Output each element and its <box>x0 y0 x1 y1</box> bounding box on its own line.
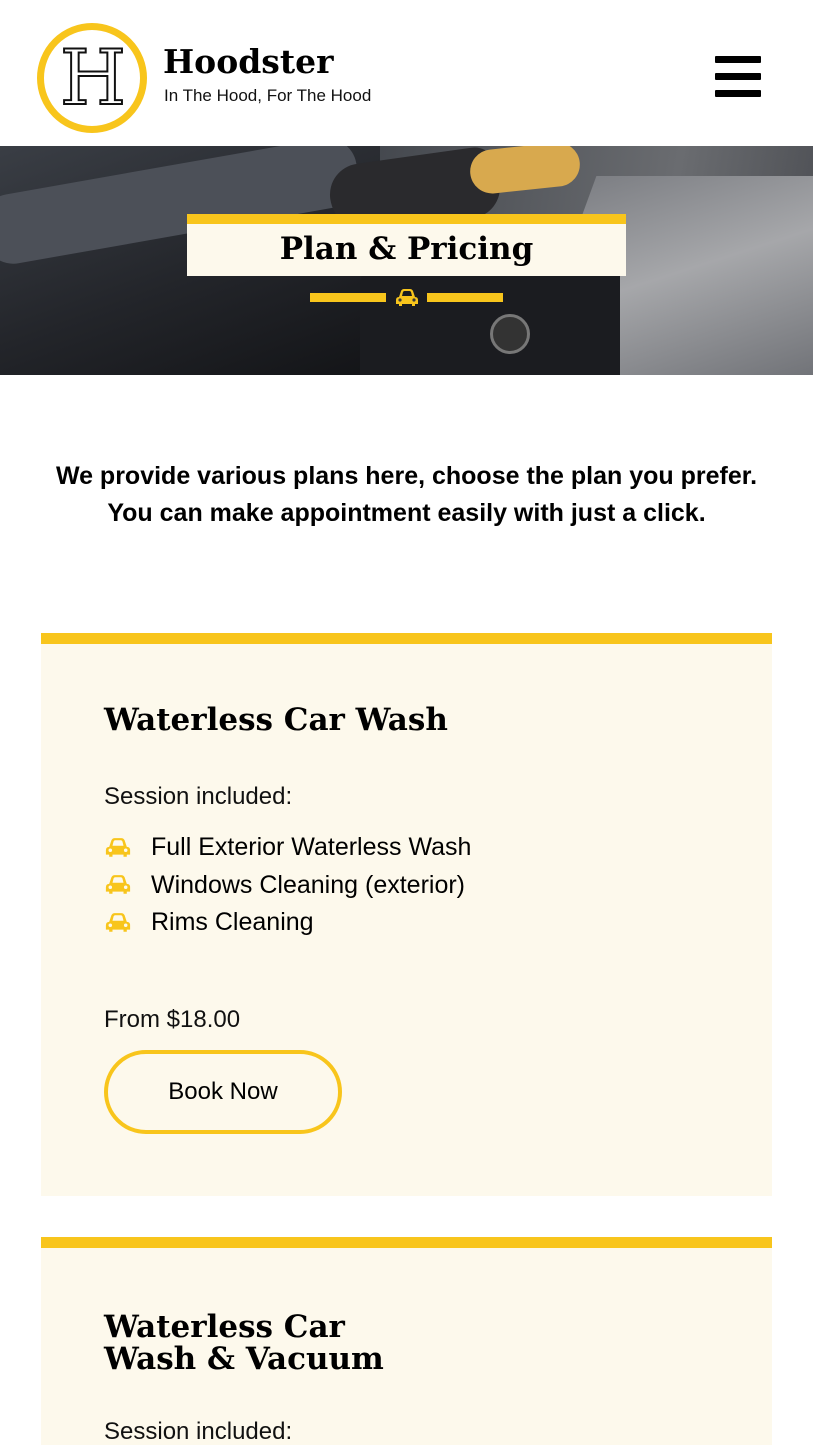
car-icon <box>105 912 131 932</box>
brand-logo[interactable]: H <box>37 23 147 133</box>
page-title: Plan & Pricing <box>279 231 534 267</box>
feature-item: Windows Cleaning (exterior) <box>104 867 471 905</box>
feature-item: Rims Cleaning <box>104 904 471 942</box>
intro-line-1: We provide various plans here, choose th… <box>55 462 758 490</box>
page-title-box: Plan & Pricing <box>187 214 626 276</box>
session-label: Session included: <box>104 1418 293 1445</box>
hamburger-menu-icon[interactable] <box>715 56 761 98</box>
title-divider <box>310 288 503 308</box>
car-icon <box>396 289 418 306</box>
feature-text: Full Exterior Waterless Wash <box>151 833 472 862</box>
feature-text: Rims Cleaning <box>151 908 314 937</box>
brand-name[interactable]: Hoodster <box>163 42 333 82</box>
plan-card: Waterless Car Wash Session included: Ful… <box>41 633 772 1196</box>
feature-text: Windows Cleaning (exterior) <box>151 870 466 899</box>
car-icon <box>105 875 131 895</box>
intro-line-2: You can make appointment easily with jus… <box>107 499 706 527</box>
book-now-button[interactable]: Book Now <box>104 1050 342 1134</box>
brand-tagline: In The Hood, For The Hood <box>164 86 372 105</box>
car-icon <box>105 837 131 857</box>
logo-letter: H <box>59 33 127 122</box>
intro-text: We provide various plans here, choose th… <box>40 458 773 532</box>
site-header: H Hoodster In The Hood, For The Hood <box>0 0 813 146</box>
plan-card: Waterless Car Wash & Vacuum Session incl… <box>41 1237 772 1445</box>
page-hero: Plan & Pricing <box>0 146 813 375</box>
feature-list: Full Exterior Waterless Wash Windows Cle… <box>104 829 471 942</box>
plan-title: Waterless Car Wash <box>104 702 448 738</box>
plan-title: Waterless Car Wash & Vacuum <box>104 1309 384 1377</box>
feature-item: Full Exterior Waterless Wash <box>104 829 471 867</box>
plan-price: From $18.00 <box>104 1006 241 1033</box>
session-label: Session included: <box>104 783 293 810</box>
